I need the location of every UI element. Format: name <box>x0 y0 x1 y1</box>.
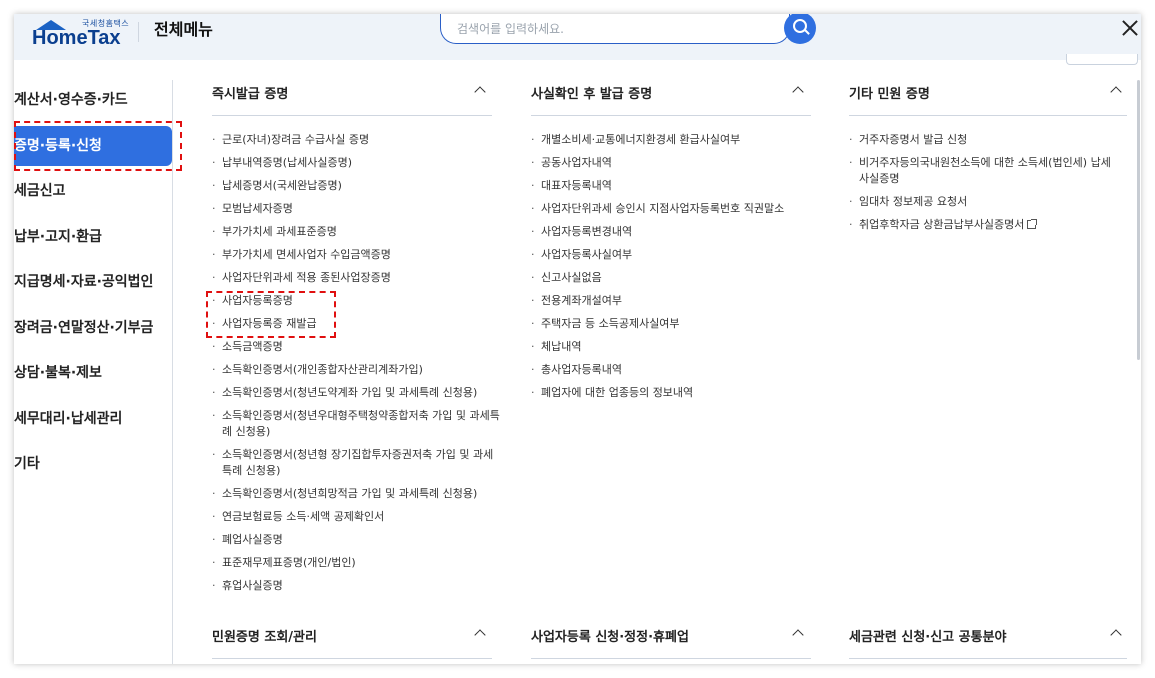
list-item-label: 취업후학자금 상환금납부사실증명서 <box>859 218 1025 231</box>
list-item[interactable]: 사업자단위과세 적용 종된사업장증명 <box>212 270 502 286</box>
search-input[interactable] <box>455 16 759 42</box>
sidebar-item-tax-agent[interactable]: 세무대리·납세관리 <box>14 399 172 439</box>
after-check-list: 개별소비세·교통에너지환경세 환급사실여부 공동사업자내역 대표자등록내역 사업… <box>531 132 831 408</box>
external-link-icon <box>1027 219 1038 229</box>
section-divider <box>849 658 1127 659</box>
list-item[interactable]: 납부내역증명(납세사실증명) <box>212 155 502 171</box>
section-title-after-check[interactable]: 사실확인 후 발급 증명 <box>531 83 652 102</box>
list-item[interactable]: 대표자등록내역 <box>531 178 831 194</box>
logo-text: HomeTax <box>32 27 121 49</box>
section-title-registration[interactable]: 사업자등록 신청·정정·휴폐업 <box>531 626 689 645</box>
section-divider <box>212 115 492 116</box>
section-divider <box>531 658 811 659</box>
section-divider <box>212 658 492 659</box>
list-item[interactable]: 사업자단위과세 승인시 지점사업자등록번호 직권말소 <box>531 201 831 217</box>
hometax-logo[interactable]: 국세청홈택스 HomeTax <box>26 18 134 52</box>
list-item[interactable]: 신고사실없음 <box>531 270 831 286</box>
list-item[interactable]: 임대차 정보제공 요청서 <box>849 194 1119 210</box>
instant-list: 근로(자녀)장려금 수급사실 증명 납부내역증명(납세사실증명) 납세증명서(국… <box>212 132 502 601</box>
list-item[interactable]: 폐업사실증명 <box>212 532 502 548</box>
header-divider <box>138 22 139 42</box>
chevron-up-icon[interactable] <box>1110 629 1122 641</box>
list-item[interactable]: 연금보험료등 소득·세액 공제확인서 <box>212 509 502 525</box>
list-item[interactable]: 납세증명서(국세완납증명) <box>212 178 502 194</box>
section-divider <box>531 115 811 116</box>
list-item[interactable]: 소득확인증명서(청년형 장기집합투자증권저축 가입 및 과세특례 신청용) <box>212 447 502 479</box>
list-item[interactable]: 소득금액증명 <box>212 339 502 355</box>
chevron-up-icon[interactable] <box>474 86 486 98</box>
full-menu-panel: 국세청홈택스 HomeTax 전체메뉴 계산서·영수증·카드 증명·등록·신청 … <box>14 14 1141 664</box>
sidebar-item-incentives[interactable]: 장려금·연말정산·기부금 <box>14 308 172 348</box>
section-title-instant[interactable]: 즉시발급 증명 <box>212 83 288 102</box>
scrollbar[interactable] <box>1137 80 1140 360</box>
list-item[interactable]: 소득확인증명서(청년희망적금 가입 및 과세특례 신청용) <box>212 486 502 502</box>
search-box <box>440 14 790 44</box>
sidebar-item-receipts[interactable]: 계산서·영수증·카드 <box>14 80 172 120</box>
list-item[interactable]: 취업후학자금 상환금납부사실증명서 <box>849 217 1119 233</box>
list-item[interactable]: 소득확인증명서(개인종합자산관리계좌가입) <box>212 362 502 378</box>
chevron-up-icon[interactable] <box>792 86 804 98</box>
highlight-box-sidebar <box>14 121 182 171</box>
highlight-box-business-cert <box>206 291 336 338</box>
sidebar-item-statements[interactable]: 지급명세·자료·공익법인 <box>14 262 172 302</box>
sidebar-item-payment[interactable]: 납부·고지·환급 <box>14 217 172 257</box>
list-item[interactable]: 모범납세자증명 <box>212 201 502 217</box>
list-item[interactable]: 비거주자등의국내원천소득에 대한 소득세(법인세) 납세사실증명 <box>849 155 1119 187</box>
list-item[interactable]: 사업자등록사실여부 <box>531 247 831 263</box>
page-title: 전체메뉴 <box>154 20 213 39</box>
close-icon[interactable] <box>1120 18 1140 38</box>
panel-tab <box>1066 54 1138 65</box>
list-item[interactable]: 거주자증명서 발급 신청 <box>849 132 1119 148</box>
chevron-up-icon[interactable] <box>474 629 486 641</box>
sidebar-item-tax-return[interactable]: 세금신고 <box>14 171 172 211</box>
list-item[interactable]: 소득확인증명서(청년도약계좌 가입 및 과세특례 신청용) <box>212 385 502 401</box>
header-bar: 국세청홈택스 HomeTax 전체메뉴 <box>14 14 1141 60</box>
list-item[interactable]: 체납내역 <box>531 339 831 355</box>
search-button[interactable] <box>784 14 816 44</box>
list-item[interactable]: 사업자등록변경내역 <box>531 224 831 240</box>
chevron-up-icon[interactable] <box>792 629 804 641</box>
list-item[interactable]: 공동사업자내역 <box>531 155 831 171</box>
chevron-up-icon[interactable] <box>1110 86 1122 98</box>
sidebar-item-etc[interactable]: 기타 <box>14 444 172 484</box>
section-title-other[interactable]: 기타 민원 증명 <box>849 83 930 102</box>
list-item[interactable]: 총사업자등록내역 <box>531 362 831 378</box>
list-item[interactable]: 휴업사실증명 <box>212 578 502 594</box>
search-icon-handle <box>804 29 810 35</box>
list-item[interactable]: 주택자금 등 소득공제사실여부 <box>531 316 831 332</box>
list-item[interactable]: 부가가치세 과세표준증명 <box>212 224 502 240</box>
list-item[interactable]: 표준재무제표증명(개인/법인) <box>212 555 502 571</box>
list-item[interactable]: 전용계좌개설여부 <box>531 293 831 309</box>
section-divider <box>849 115 1127 116</box>
list-item[interactable]: 개별소비세·교통에너지환경세 환급사실여부 <box>531 132 831 148</box>
list-item[interactable]: 근로(자녀)장려금 수급사실 증명 <box>212 132 502 148</box>
list-item[interactable]: 부가가치세 면세사업자 수입금액증명 <box>212 247 502 263</box>
section-title-inquiry[interactable]: 민원증명 조회/관리 <box>212 626 317 645</box>
section-title-common[interactable]: 세금관련 신청·신고 공통분야 <box>849 626 1007 645</box>
list-item[interactable]: 폐업자에 대한 업종등의 정보내역 <box>531 385 831 401</box>
list-item[interactable]: 소득확인증명서(청년우대형주택청약종합저축 가입 및 과세특례 신청용) <box>212 408 502 440</box>
sidebar-item-consulting[interactable]: 상담·불복·제보 <box>14 353 172 393</box>
other-list: 거주자증명서 발급 신청 비거주자등의국내원천소득에 대한 소득세(법인세) 납… <box>849 132 1119 240</box>
